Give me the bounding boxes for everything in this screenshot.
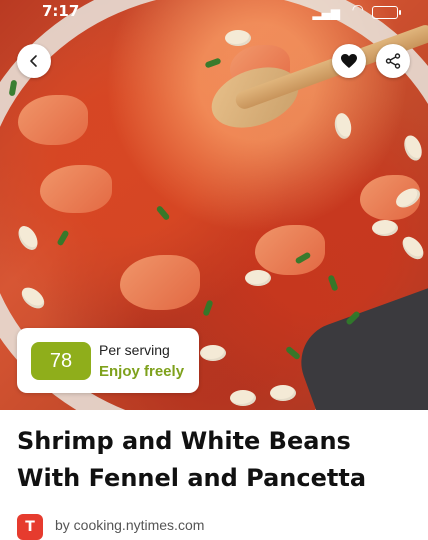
recipe-title: Shrimp and White Beans With Fennel and P… [17,427,367,492]
wifi-icon: ◠ [351,2,364,18]
status-bar: 7:17 ▂▄▆ ◠ [0,0,428,24]
bean [372,220,398,236]
recipe-source[interactable]: T by cooking.nytimes.com [17,514,417,540]
score-badge: 78 [31,342,91,380]
bean [270,385,296,401]
bean [245,270,271,286]
score-verdict: Enjoy freely [99,363,185,380]
signal-icon: ▂▄▆ [312,6,340,20]
nutrition-score-card[interactable]: 78 Per serving Enjoy freely [17,328,199,393]
per-serving-label: Per serving [99,342,170,358]
shrimp [40,165,112,213]
chevron-left-icon [30,55,37,67]
favorite-button[interactable] [332,44,366,78]
battery-icon [372,6,401,19]
share-icon [385,53,401,69]
source-byline: by cooking.nytimes.com [55,517,205,533]
heart-icon [341,54,357,68]
shrimp [120,255,200,310]
bean [225,30,251,46]
status-time: 7:17 [42,2,80,20]
source-logo-icon: T [17,514,43,540]
shrimp [255,225,325,275]
share-button[interactable] [376,44,410,78]
bean [200,345,226,361]
bean [230,390,256,406]
back-button[interactable] [17,44,51,78]
shrimp [18,95,88,145]
